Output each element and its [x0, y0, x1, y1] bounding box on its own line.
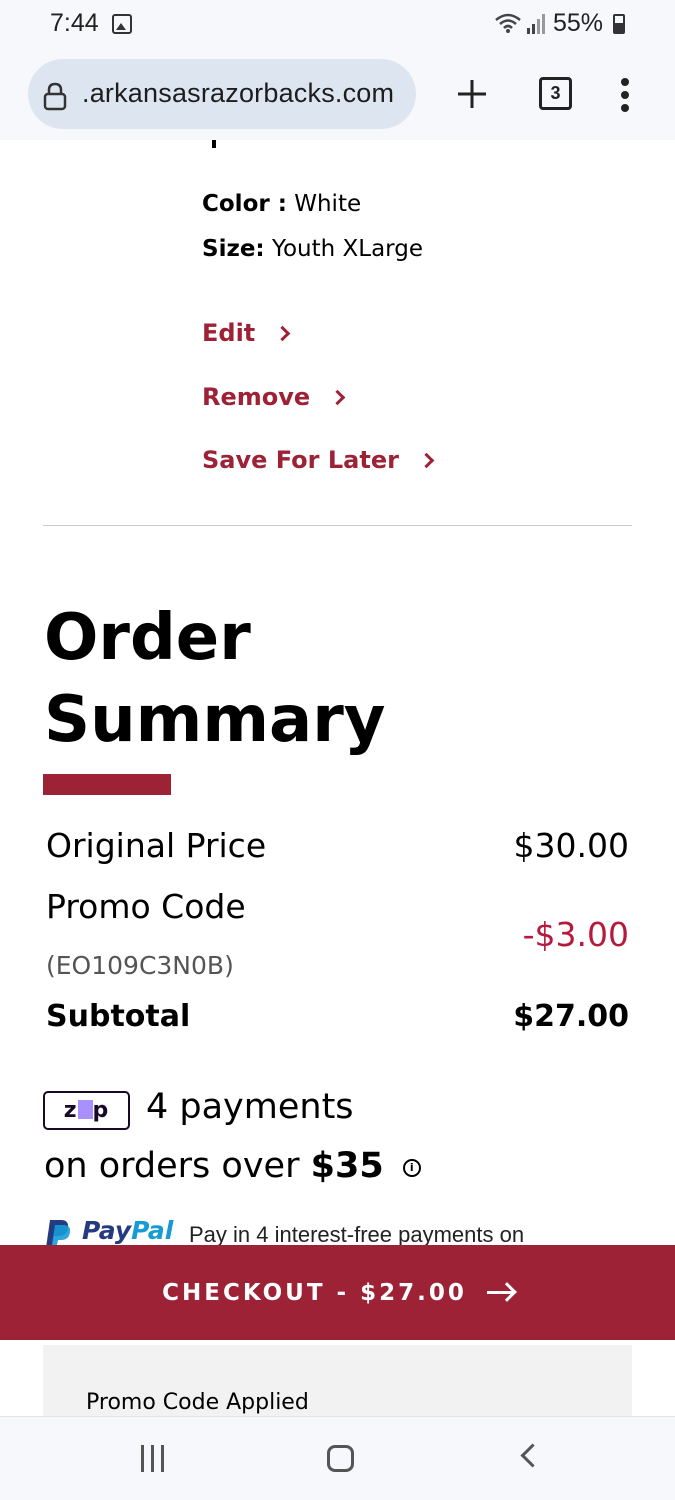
promo-code-label: Promo Code [46, 887, 246, 926]
save-for-later-link[interactable]: Save For Later [202, 446, 435, 474]
tabs-icon[interactable]: 3 [539, 77, 572, 110]
paypal-message[interactable]: PayPal Pay in 4 interest-free payments o… [44, 1214, 644, 1246]
color-label: Color : [202, 191, 287, 217]
signal-icon [527, 14, 545, 34]
promo-applied-text: Promo Code Applied [86, 1390, 309, 1415]
recents-icon[interactable] [139, 1445, 167, 1472]
item-size: Size: Youth XLarge [202, 236, 423, 262]
browser-toolbar: .arkansasrazorbacks.com 3 [0, 50, 675, 140]
save-for-later-label: Save For Later [202, 446, 399, 474]
battery-icon [613, 14, 625, 34]
zip-logo: zp [43, 1091, 130, 1130]
edit-link[interactable]: Edit [202, 319, 291, 347]
url-text: .arkansasrazorbacks.com [82, 78, 395, 108]
menu-icon[interactable] [618, 78, 632, 112]
paypal-pay: Pay [82, 1216, 132, 1245]
wifi-icon [495, 13, 521, 33]
original-price-label: Original Price [46, 826, 267, 865]
remove-label: Remove [202, 383, 311, 411]
title-accent-bar [43, 774, 171, 795]
remove-link[interactable]: Remove [202, 383, 346, 411]
plus-icon[interactable] [455, 77, 489, 111]
back-icon[interactable] [520, 1443, 545, 1468]
battery-percentage: 55% [552, 9, 603, 37]
lock-icon [43, 82, 67, 111]
promo-applied-panel: Promo Code Applied [43, 1345, 632, 1420]
home-icon[interactable] [327, 1445, 354, 1472]
arrow-right-icon [486, 1291, 513, 1294]
subtotal-value: $27.00 [513, 999, 629, 1034]
paypal-p-icon [46, 1220, 71, 1246]
paypal-pay-in-4-text: Pay in 4 interest-free payments on [189, 1222, 525, 1246]
edit-label: Edit [202, 319, 256, 347]
original-price-value: $30.00 [513, 826, 629, 865]
subtotal-label: Subtotal [46, 999, 191, 1034]
status-bar: 7:44 55% [0, 0, 675, 50]
paypal-logo-text: PayPal [82, 1216, 173, 1245]
item-color: Color : White [202, 191, 361, 217]
size-value: Youth XLarge [271, 236, 423, 262]
chevron-right-icon [329, 389, 346, 405]
divider [43, 525, 632, 526]
chevron-right-icon [418, 452, 435, 468]
paypal-pal: Pal [131, 1216, 174, 1245]
clipped-text-fragment [212, 140, 216, 148]
chevron-right-icon [275, 325, 291, 341]
size-label: Size: [202, 236, 265, 262]
status-time: 7:44 [50, 9, 99, 37]
promo-discount-value: -$3.00 [522, 915, 629, 954]
info-icon[interactable]: i [402, 1159, 421, 1177]
promo-code-value: (EO109C3N0B) [46, 951, 234, 980]
zip-threshold-text: on orders over $35 i [44, 1146, 421, 1186]
checkout-label: CHECKOUT - $27.00 [162, 1279, 467, 1306]
checkout-button[interactable]: CHECKOUT - $27.00 [0, 1245, 675, 1340]
zip-threshold-amount: $35 [310, 1146, 384, 1186]
zip-threshold-prefix: on orders over [44, 1146, 300, 1186]
gallery-icon [112, 14, 132, 34]
order-summary-title: Order Summary [44, 601, 386, 757]
color-value: White [294, 191, 362, 217]
system-nav-bar [0, 1416, 675, 1500]
zip-payments-text: 4 payments [146, 1087, 354, 1127]
address-bar[interactable]: .arkansasrazorbacks.com [28, 59, 416, 129]
